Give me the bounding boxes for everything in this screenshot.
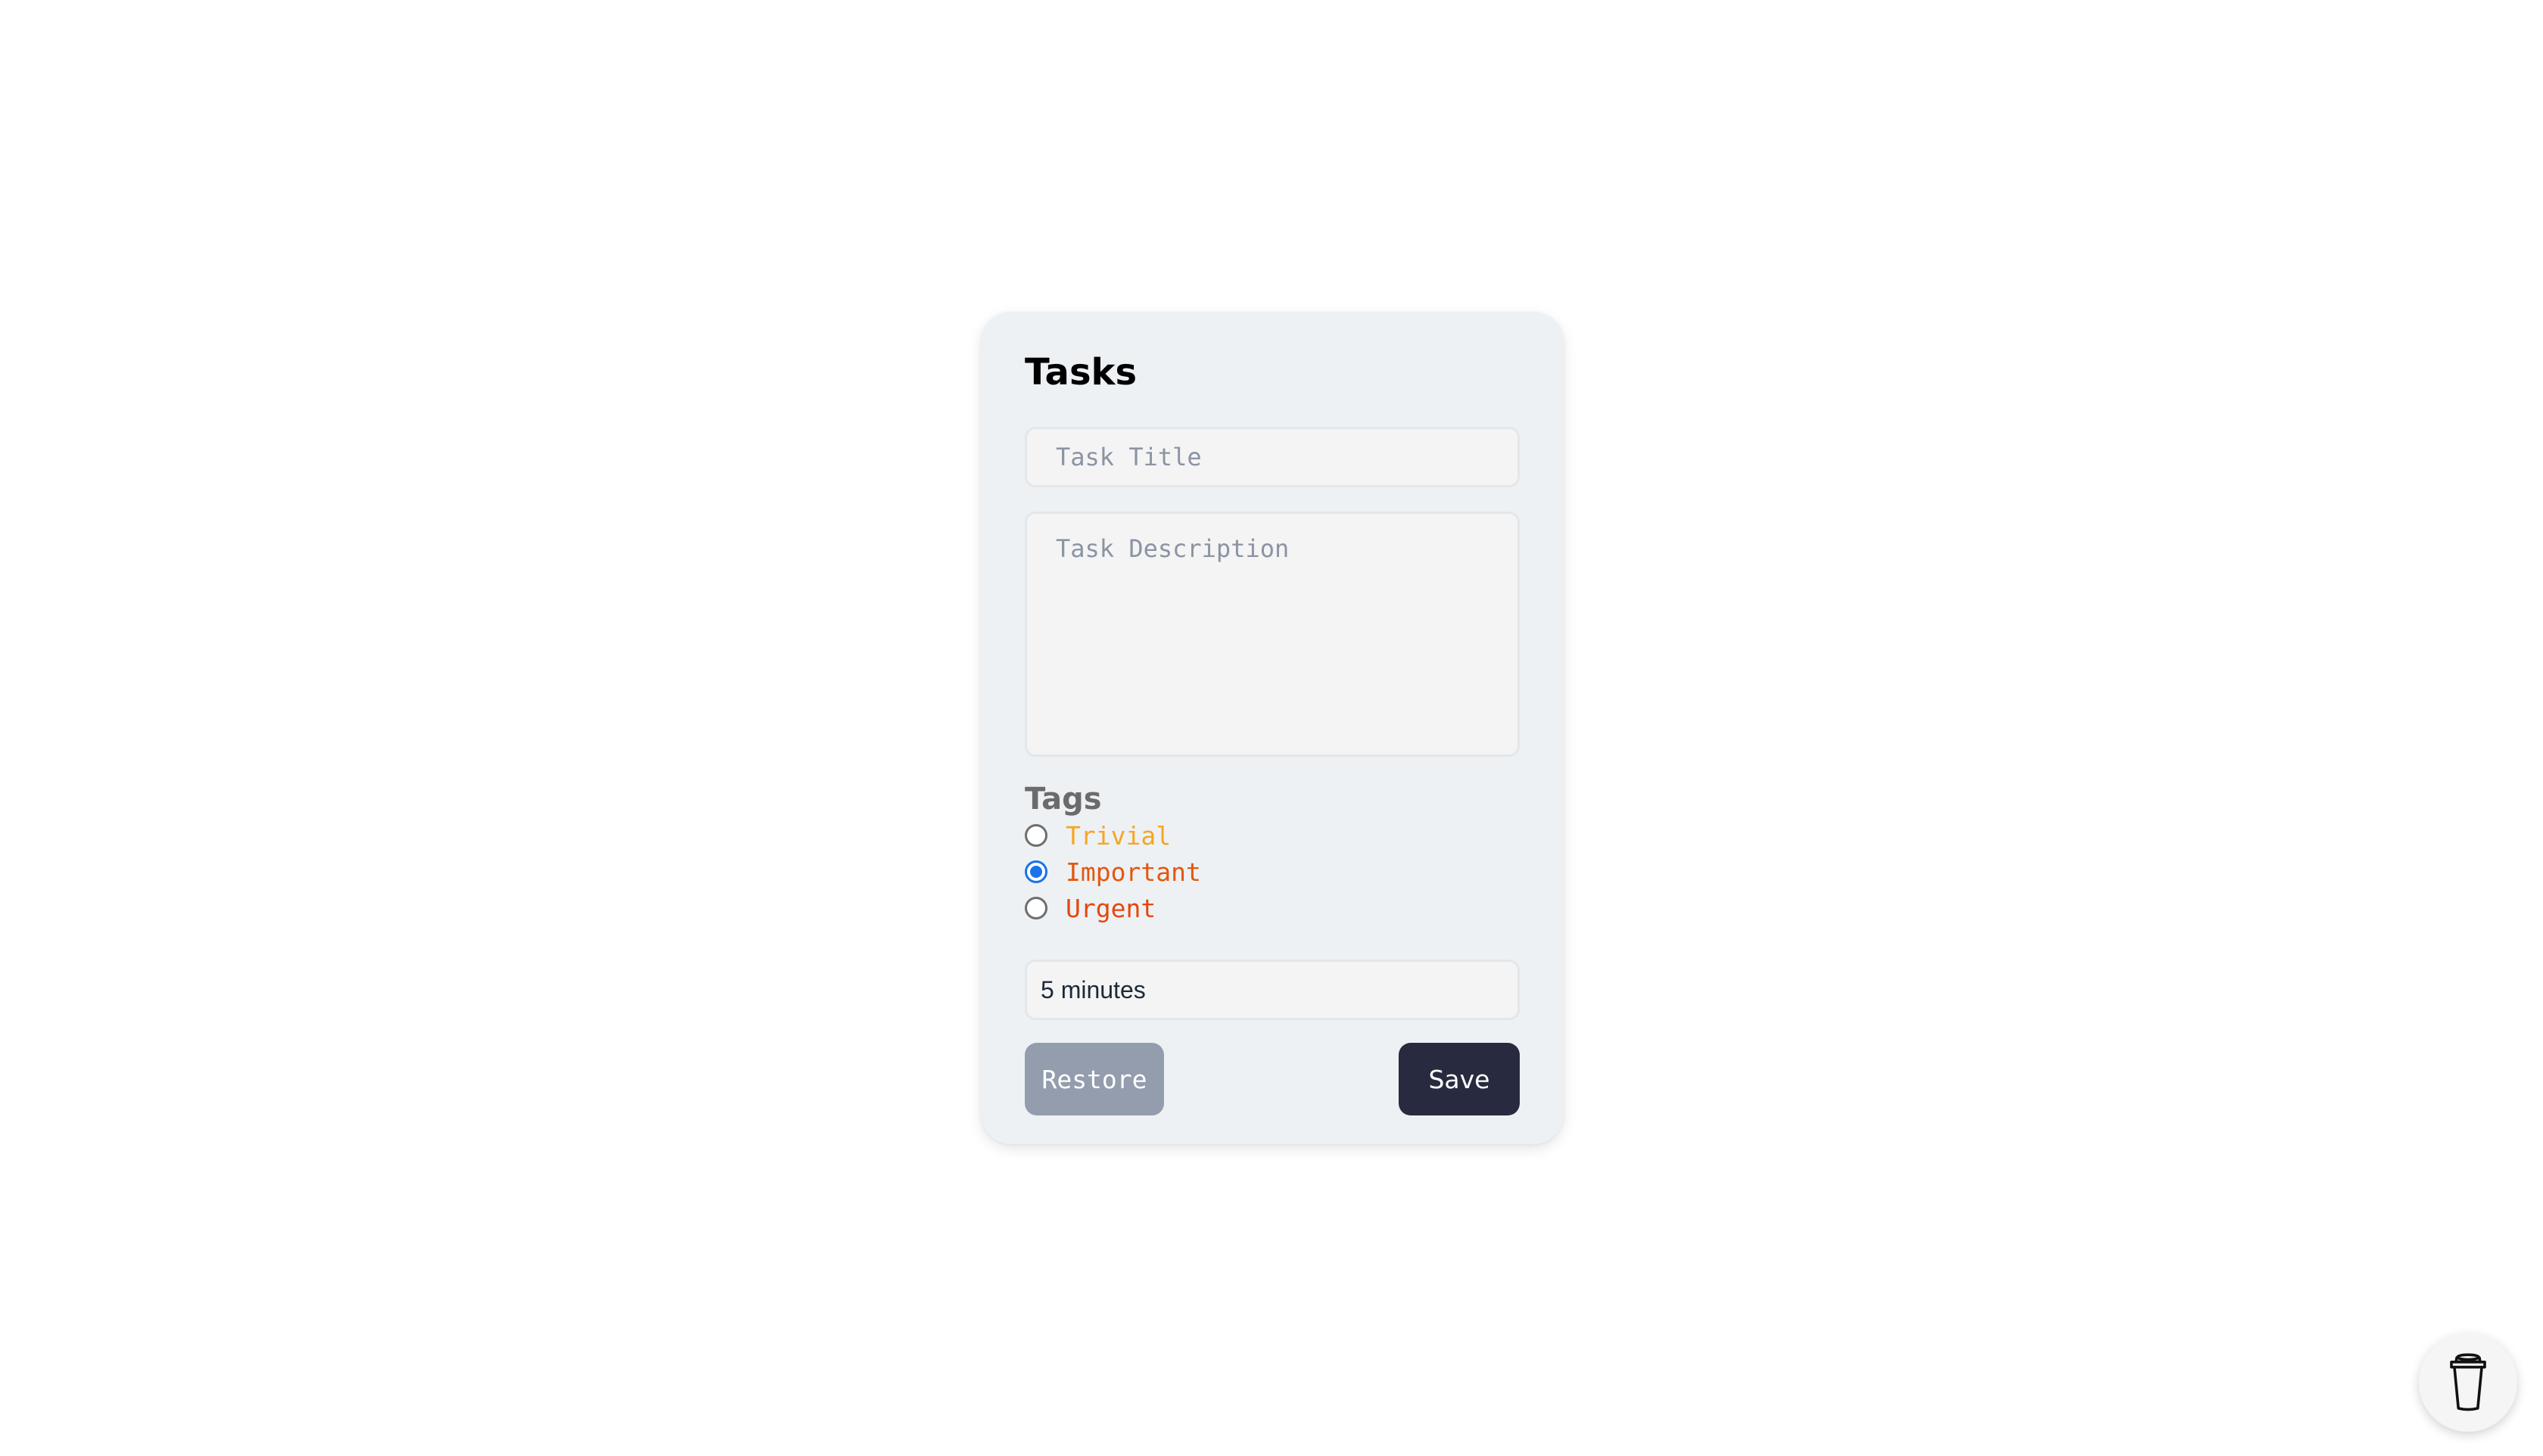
tag-option-urgent[interactable]: Urgent (1025, 893, 1156, 923)
task-title-input[interactable] (1025, 427, 1520, 487)
task-description-textarea[interactable] (1025, 512, 1520, 757)
tag-radio-urgent[interactable] (1025, 897, 1047, 919)
coffee-cup-icon (2450, 1353, 2486, 1411)
duration-selected-value: 5 minutes (1041, 975, 1146, 1003)
tag-label-important: Important (1066, 857, 1201, 887)
page-title: Tasks (1025, 351, 1138, 394)
tag-label-urgent: Urgent (1066, 893, 1156, 923)
task-form-card: Tasks Tags Trivial Important Urgent 5 mi… (981, 312, 1564, 1144)
tag-option-trivial[interactable]: Trivial (1025, 820, 1171, 851)
tags-heading: Tags (1025, 782, 1102, 817)
tag-option-important[interactable]: Important (1025, 857, 1201, 887)
tag-label-trivial: Trivial (1066, 820, 1172, 851)
save-button[interactable]: Save (1399, 1043, 1520, 1115)
tag-radio-trivial[interactable] (1025, 824, 1047, 847)
tag-radio-important[interactable] (1025, 860, 1047, 883)
duration-select[interactable]: 5 minutes (1025, 960, 1520, 1020)
restore-button[interactable]: Restore (1025, 1043, 1164, 1115)
coffee-floating-button[interactable] (2419, 1333, 2517, 1432)
